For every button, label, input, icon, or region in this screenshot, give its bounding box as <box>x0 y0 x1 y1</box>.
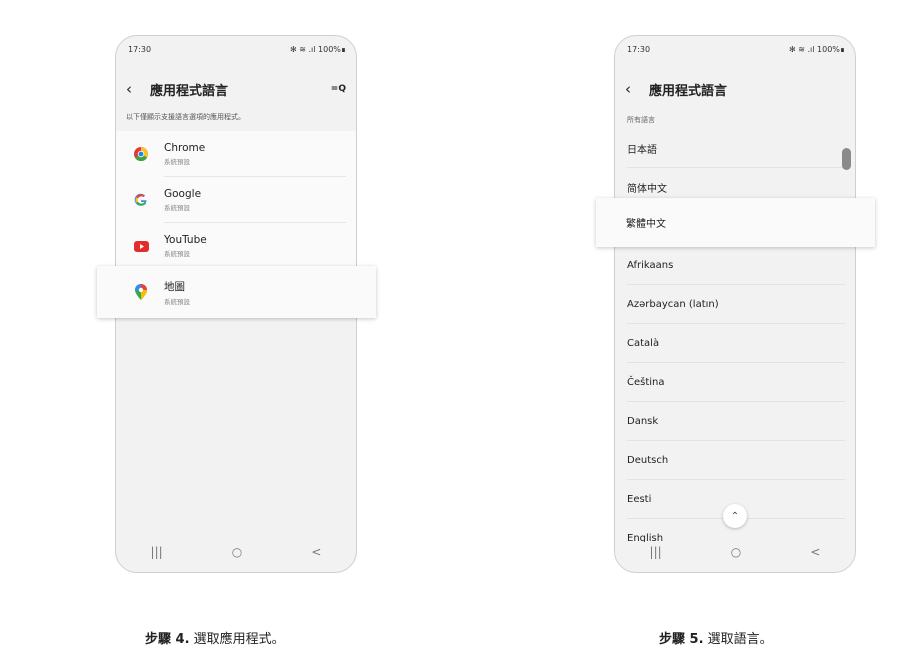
scroll-to-top-button[interactable]: ⌃ <box>723 504 747 528</box>
section-header: 所有語言 <box>627 116 655 124</box>
language-label: Català <box>627 338 660 349</box>
app-name: YouTube <box>164 234 207 246</box>
status-icons: ✻ ≋ .ıl 100%∎ <box>290 44 346 54</box>
back-arrow-icon[interactable]: ‹ <box>625 80 643 98</box>
app-item-chrome[interactable]: Chrome 系統預設 <box>116 131 356 177</box>
language-item[interactable]: Azərbaycan (latın) <box>615 285 855 324</box>
caption-text: 選取語言。 <box>707 632 773 647</box>
top-bar: ‹ 應用程式語言 =Q <box>126 78 346 100</box>
language-item-highlighted[interactable]: 繁體中文 <box>596 198 875 247</box>
caption-step-5: 步驟 5. 選取語言。 <box>659 628 773 647</box>
home-button[interactable]: ○ <box>232 545 242 559</box>
language-label: 日本語 <box>627 145 657 156</box>
language-item[interactable]: Afrikaans <box>615 246 855 285</box>
language-label: Azərbaycan (latın) <box>627 299 719 310</box>
caption-step-4: 步驟 4. 選取應用程式。 <box>145 628 285 647</box>
back-arrow-icon[interactable]: ‹ <box>126 80 144 98</box>
language-label: 简体中文 <box>627 184 667 195</box>
status-bar: 17:30 ✻ ≋ .ıl 100%∎ <box>627 42 845 56</box>
app-language-status: 系統預設 <box>164 250 190 258</box>
back-button[interactable]: < <box>311 545 321 559</box>
phone-screen-language-list: 17:30 ✻ ≋ .ıl 100%∎ ‹ 應用程式語言 所有語言 日本語 简体… <box>614 35 856 573</box>
status-time: 17:30 <box>627 44 651 54</box>
app-item-google[interactable]: Google 系統預設 <box>116 177 356 223</box>
recent-apps-button[interactable]: ||| <box>151 545 163 559</box>
status-time: 17:30 <box>128 44 152 54</box>
google-icon <box>133 192 149 208</box>
app-name: Chrome <box>164 142 206 154</box>
language-item[interactable]: 日本語 <box>615 129 855 168</box>
page-title: 應用程式語言 <box>649 83 728 99</box>
search-list-icon[interactable]: =Q <box>331 84 346 94</box>
language-item[interactable]: Català <box>615 324 855 363</box>
language-label: Eesti <box>627 494 652 505</box>
chrome-icon <box>133 146 149 162</box>
app-language-status: 系統預設 <box>164 158 190 166</box>
subtitle: 以下僅顯示支援語言選項的應用程式。 <box>126 113 245 121</box>
language-label: Čeština <box>627 377 665 388</box>
language-item[interactable]: Čeština <box>615 363 855 402</box>
language-label: Dansk <box>627 416 659 427</box>
caption-text: 選取應用程式。 <box>193 632 285 647</box>
home-button[interactable]: ○ <box>731 545 741 559</box>
app-item-maps-highlighted[interactable]: 地圖 系統預設 <box>97 266 376 318</box>
app-language-status: 系統預設 <box>164 204 190 212</box>
language-label: Afrikaans <box>627 260 674 271</box>
navigation-bar: ||| ○ < <box>116 542 356 562</box>
language-label: 繁體中文 <box>626 219 666 230</box>
app-name: Google <box>164 188 202 200</box>
back-button[interactable]: < <box>810 545 820 559</box>
maps-icon <box>133 284 149 300</box>
language-list: 日本語 简体中文 Afrikaans Azərbaycan (latın) Ca… <box>615 129 855 558</box>
caption-step-label: 步驟 4. <box>145 632 190 647</box>
language-label: Deutsch <box>627 455 669 466</box>
language-item[interactable]: Dansk <box>615 402 855 441</box>
recent-apps-button[interactable]: ||| <box>650 545 662 559</box>
scrollbar-thumb[interactable] <box>842 148 851 170</box>
app-name: 地圖 <box>164 280 185 293</box>
navigation-bar: ||| ○ < <box>615 542 855 562</box>
app-language-status: 系統預設 <box>164 297 190 306</box>
status-bar: 17:30 ✻ ≋ .ıl 100%∎ <box>128 42 346 56</box>
caption-step-label: 步驟 5. <box>659 632 704 647</box>
page-title: 應用程式語言 <box>150 83 229 99</box>
app-list: Chrome 系統預設 Google 系統預設 YouTube 系統預設 <box>116 131 356 269</box>
youtube-icon <box>133 238 149 254</box>
app-item-youtube[interactable]: YouTube 系統預設 <box>116 223 356 269</box>
top-bar: ‹ 應用程式語言 <box>625 78 845 100</box>
language-item[interactable]: Deutsch <box>615 441 855 480</box>
status-icons: ✻ ≋ .ıl 100%∎ <box>789 44 845 54</box>
